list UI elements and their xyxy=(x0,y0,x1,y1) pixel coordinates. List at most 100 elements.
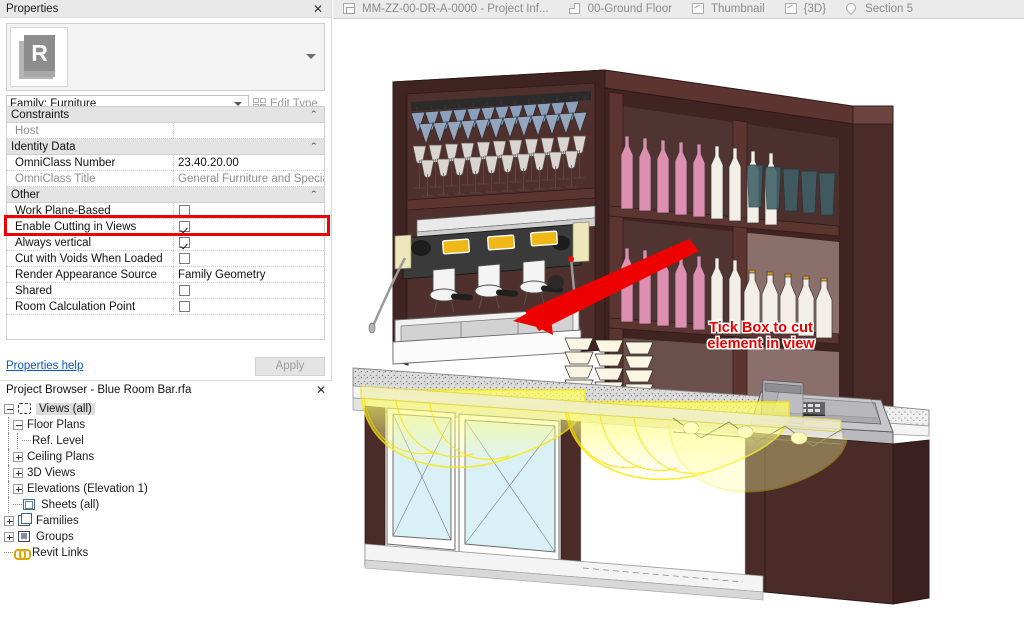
collapse-chevron-icon[interactable]: ⌃ xyxy=(310,142,320,151)
view-tab[interactable]: 00-Ground Floor xyxy=(559,0,682,19)
property-row[interactable]: Host xyxy=(7,123,324,139)
tree-item[interactable]: Revit Links xyxy=(4,545,332,561)
close-icon[interactable]: ✕ xyxy=(311,2,325,16)
checkbox[interactable] xyxy=(179,237,190,248)
property-row[interactable]: Enable Cutting in Views xyxy=(7,219,324,235)
view-tab[interactable]: {3D} xyxy=(775,0,836,19)
tree-item[interactable]: Floor Plans xyxy=(4,417,332,433)
group-icon xyxy=(18,531,32,543)
tree-item[interactable]: Sheets (all) xyxy=(4,497,332,513)
collapse-icon[interactable] xyxy=(13,420,23,430)
expand-icon[interactable] xyxy=(4,516,14,526)
project-browser-tree: Views (all) Floor Plans Ref. Level Ceiling … xyxy=(0,398,332,561)
checkbox[interactable] xyxy=(179,221,190,232)
type-selector[interactable]: R xyxy=(6,23,325,91)
property-group-header[interactable]: Other ⌃ xyxy=(7,187,324,203)
sheet-icon xyxy=(23,499,37,511)
family-icon xyxy=(18,515,32,527)
property-value[interactable] xyxy=(174,219,324,234)
tree-item[interactable]: Views (all) xyxy=(4,401,332,417)
property-value[interactable] xyxy=(174,235,324,250)
view-tab[interactable]: MM-ZZ-00-DR-A-0000 - Project Inf... xyxy=(333,0,559,19)
3d-view-icon xyxy=(784,3,798,15)
tree-item[interactable]: 3D Views xyxy=(4,465,332,481)
drawing-canvas[interactable]: Tick Box to cut element in view xyxy=(333,20,1024,625)
tree-item-label: 3D Views xyxy=(27,467,76,479)
property-value[interactable] xyxy=(174,283,324,298)
property-name: Room Calculation Point xyxy=(7,299,174,314)
close-icon[interactable]: ✕ xyxy=(316,383,326,397)
left-docked-panels: Properties ✕ R Family: Furniture Edit Ty… xyxy=(0,0,332,625)
view-tab[interactable]: Section 5 xyxy=(836,0,923,19)
apply-button[interactable]: Apply xyxy=(255,356,325,376)
checkbox[interactable] xyxy=(179,205,190,216)
sheet-icon xyxy=(343,3,356,15)
property-row[interactable]: Work Plane-Based xyxy=(7,203,324,219)
property-row[interactable]: Cut with Voids When Loaded xyxy=(7,251,324,267)
property-row[interactable]: Shared xyxy=(7,283,324,299)
property-value[interactable]: 23.40.20.00 xyxy=(174,155,324,170)
property-value[interactable] xyxy=(174,251,324,266)
tree-item[interactable]: Ceiling Plans xyxy=(4,449,332,465)
chevron-down-icon[interactable] xyxy=(306,54,316,59)
properties-palette-title: Properties xyxy=(6,2,59,15)
tree-item-label: Ceiling Plans xyxy=(27,451,95,463)
property-value[interactable] xyxy=(174,299,324,314)
property-row[interactable]: OmniClass Number 23.40.20.00 xyxy=(7,155,324,171)
property-name: Work Plane-Based xyxy=(7,203,174,218)
tree-item[interactable]: Groups xyxy=(4,529,332,545)
revit-logo-icon: R xyxy=(19,35,59,79)
property-row[interactable]: OmniClass Title General Furniture and Spe… xyxy=(7,171,324,187)
expand-icon[interactable] xyxy=(13,452,23,462)
view-tab-bar: MM-ZZ-00-DR-A-0000 - Project Inf... 00-Gr… xyxy=(333,0,1024,19)
tree-guide-line xyxy=(4,481,13,497)
expand-icon[interactable] xyxy=(4,532,14,542)
property-value[interactable] xyxy=(174,123,324,138)
bar-model-3d xyxy=(352,69,930,605)
tree-item[interactable]: Ref. Level xyxy=(4,433,332,449)
3d-view-icon xyxy=(691,3,705,15)
tree-item-label: Ref. Level xyxy=(32,435,84,447)
collapse-icon[interactable] xyxy=(4,404,14,414)
section-icon xyxy=(843,0,859,16)
properties-footer: Properties help Apply xyxy=(6,355,325,377)
revit-window: Properties ✕ R Family: Furniture Edit Ty… xyxy=(0,0,1024,625)
checkbox[interactable] xyxy=(179,285,190,296)
views-icon xyxy=(18,403,32,415)
view-tab[interactable]: Thumbnail xyxy=(682,0,775,19)
tree-leaf-connector xyxy=(13,497,23,513)
tree-item-label: Groups xyxy=(36,531,74,543)
family-type-thumbnail: R xyxy=(10,27,68,87)
checkbox[interactable] xyxy=(179,253,190,264)
collapse-chevron-icon[interactable]: ⌃ xyxy=(310,190,320,199)
property-name: Always vertical xyxy=(7,235,174,250)
property-row[interactable]: Room Calculation Point xyxy=(7,299,324,315)
property-name: Render Appearance Source xyxy=(7,267,174,282)
tree-guide-line xyxy=(4,465,13,481)
property-value[interactable] xyxy=(174,203,324,218)
tree-item[interactable]: Elevations (Elevation 1) xyxy=(4,481,332,497)
view-tab-label: Section 5 xyxy=(865,3,914,15)
properties-grid: Constraints ⌃ Host Identity Data ⌃ OmniClass … xyxy=(6,106,325,340)
tree-item[interactable]: Families xyxy=(4,513,332,529)
property-value[interactable]: General Furniture and Specialties xyxy=(174,171,324,186)
property-name: Shared xyxy=(7,283,174,298)
property-row[interactable]: Always vertical xyxy=(7,235,324,251)
tree-guide-line xyxy=(13,433,22,449)
property-row[interactable]: Render Appearance Source Family Geometry xyxy=(7,267,324,283)
type-selector-name xyxy=(71,24,324,90)
tree-item-label: Views (all) xyxy=(36,403,95,415)
tree-item-label: Families xyxy=(36,515,79,527)
expand-icon[interactable] xyxy=(13,468,23,478)
property-group-header[interactable]: Identity Data ⌃ xyxy=(7,139,324,155)
collapse-chevron-icon[interactable]: ⌃ xyxy=(310,110,320,119)
expand-icon[interactable] xyxy=(13,484,23,494)
tree-leaf-connector xyxy=(4,545,14,561)
checkbox[interactable] xyxy=(179,301,190,312)
property-group-header[interactable]: Constraints ⌃ xyxy=(7,107,324,123)
tree-item-label: Elevations (Elevation 1) xyxy=(27,483,148,495)
property-name: Enable Cutting in Views xyxy=(7,219,174,234)
properties-help-link[interactable]: Properties help xyxy=(6,360,83,372)
property-value[interactable]: Family Geometry xyxy=(174,267,324,282)
tree-item-label: Floor Plans xyxy=(27,419,86,431)
